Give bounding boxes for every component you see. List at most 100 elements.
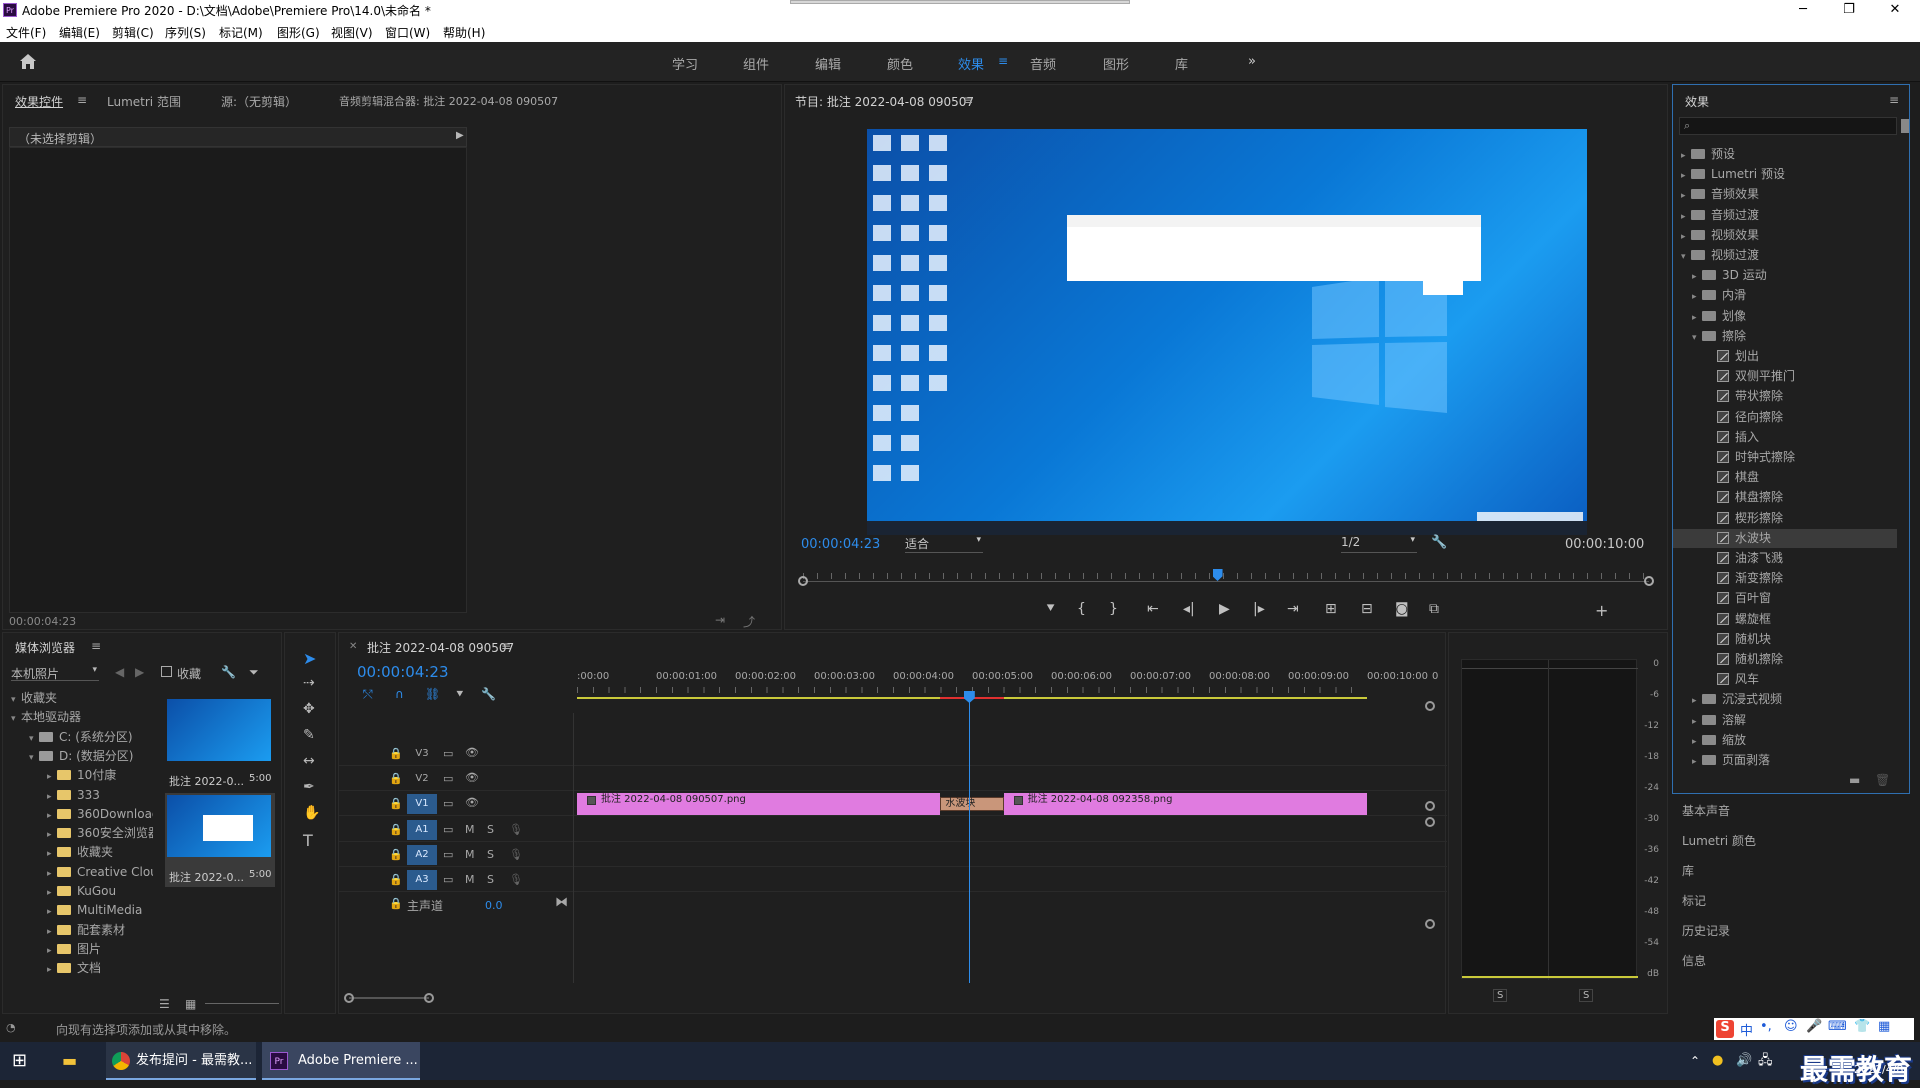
effect-item[interactable]: 百叶窗 bbox=[1673, 589, 1897, 608]
effect-folder[interactable]: ▸ 3D 运动 bbox=[1673, 266, 1897, 285]
master-volume-value[interactable]: 0.0 bbox=[485, 899, 503, 912]
play-icon[interactable]: ▶ bbox=[1219, 601, 1230, 617]
side-panel-tab[interactable]: 历史记录 bbox=[1682, 922, 1730, 939]
icon-view-icon[interactable]: ▦ bbox=[185, 997, 196, 1011]
effect-item[interactable]: 插入 bbox=[1673, 428, 1897, 447]
chevron-icon[interactable]: ▸ bbox=[47, 923, 57, 941]
ripple-edit-tool-icon[interactable]: ✥ bbox=[303, 701, 315, 717]
chevron-icon[interactable]: ▸ bbox=[47, 884, 57, 902]
chevron-icon[interactable]: ▸ bbox=[47, 826, 57, 844]
workspace-learn[interactable]: 学习 bbox=[672, 54, 698, 73]
side-panel-tab[interactable]: Lumetri 颜色 bbox=[1682, 832, 1756, 849]
chevron-icon[interactable]: ▾ bbox=[11, 710, 21, 728]
media-tree-item[interactable]: ▸ Creative Cloud bbox=[47, 863, 153, 883]
side-panel-tab[interactable]: 标记 bbox=[1682, 892, 1706, 909]
video-clip[interactable]: 批注 2022-04-08 092358.png bbox=[1003, 793, 1367, 815]
media-tree-item[interactable]: ▸ 图片 bbox=[47, 940, 101, 960]
step-back-icon[interactable]: ◂| bbox=[1183, 601, 1195, 617]
media-browser-menu-icon[interactable]: ≡ bbox=[91, 639, 101, 653]
effect-item[interactable]: 油漆飞溅 bbox=[1673, 549, 1897, 568]
media-thumb-1[interactable]: 批注 2022-0... 5:00 bbox=[165, 697, 275, 791]
network-icon[interactable]: 🖧 bbox=[1758, 1042, 1773, 1080]
tray-app-icon[interactable]: ● bbox=[1712, 1042, 1723, 1080]
program-playhead[interactable] bbox=[1212, 569, 1223, 581]
chevron-right-icon[interactable]: ▸ bbox=[1692, 692, 1702, 710]
track-sync-lock-icon[interactable]: ▭ bbox=[443, 848, 453, 861]
track-sync-lock-icon[interactable]: ▭ bbox=[443, 823, 453, 836]
new-bin-icon[interactable]: ▬ bbox=[1849, 773, 1860, 787]
menu-marker[interactable]: 标记(M) bbox=[219, 24, 263, 41]
solo-right-button[interactable]: S bbox=[1579, 989, 1594, 1002]
track-target-a1[interactable]: A1 bbox=[407, 820, 437, 840]
close-button[interactable]: ✕ bbox=[1872, 0, 1918, 20]
media-tree-item[interactable]: ▸ KuGou bbox=[47, 882, 116, 902]
expand-arrow-icon[interactable]: ▶ bbox=[456, 130, 464, 141]
program-timecode[interactable]: 00:00:04:23 bbox=[801, 537, 880, 552]
program-title[interactable]: 节目: 批注 2022-04-08 090507 bbox=[795, 93, 974, 110]
workspace-editing[interactable]: 编辑 bbox=[815, 54, 841, 73]
track-sync-lock-icon[interactable]: ▭ bbox=[443, 772, 453, 785]
side-panel-tab[interactable]: 库 bbox=[1682, 862, 1694, 879]
track-lock-icon[interactable]: 🔒 bbox=[389, 873, 403, 886]
track-visibility-eye-icon[interactable]: 👁 bbox=[465, 746, 479, 759]
chevron-down-icon[interactable]: ▾ bbox=[1692, 329, 1702, 347]
scroll-handle-right[interactable] bbox=[424, 993, 434, 1003]
video-clip[interactable]: 批注 2022-04-08 090507.png bbox=[577, 793, 941, 815]
track-target-a2[interactable]: A2 bbox=[407, 845, 437, 865]
media-tree-item[interactable]: ▸ MultiMedia bbox=[47, 901, 142, 921]
side-panel-tab[interactable]: 基本声音 bbox=[1682, 802, 1730, 819]
track-height-handle[interactable] bbox=[1425, 701, 1435, 711]
effects-search-input[interactable]: ⌕ bbox=[1679, 117, 1897, 135]
nest-sequence-icon[interactable]: ⤲ bbox=[363, 687, 373, 702]
solo-track-icon[interactable]: S bbox=[487, 848, 494, 861]
media-tree-item[interactable]: ▾ C: (系统分区) bbox=[29, 728, 133, 748]
effect-folder[interactable]: ▸ 缩放 bbox=[1673, 731, 1897, 750]
track-target-v1[interactable]: V1 bbox=[407, 794, 437, 814]
effect-folder[interactable]: ▸ 页面剥落 bbox=[1673, 751, 1897, 770]
delete-icon[interactable]: 🗑 bbox=[1875, 773, 1890, 787]
menu-window[interactable]: 窗口(W) bbox=[385, 24, 430, 41]
lift-icon[interactable]: ⊞ bbox=[1325, 601, 1337, 617]
track-height-handle[interactable] bbox=[1425, 801, 1435, 811]
program-menu-icon[interactable]: ≡ bbox=[963, 93, 973, 107]
settings-wrench-icon[interactable]: 🔧 bbox=[1431, 535, 1447, 550]
effect-folder[interactable]: ▸ 溶解 bbox=[1673, 711, 1897, 730]
track-sync-lock-icon[interactable]: ▭ bbox=[443, 747, 453, 760]
mute-track-icon[interactable]: M bbox=[465, 823, 475, 836]
effect-item[interactable]: 棋盘擦除 bbox=[1673, 488, 1897, 507]
effect-item[interactable]: 水波块 bbox=[1673, 528, 1897, 548]
chevron-right-icon[interactable]: ▸ bbox=[1692, 753, 1702, 771]
workspace-effects[interactable]: 效果 bbox=[958, 54, 984, 73]
maximize-button[interactable]: ❐ bbox=[1826, 0, 1872, 20]
program-scrub-bar[interactable] bbox=[798, 569, 1654, 589]
wrench-icon[interactable]: 🔧 bbox=[221, 665, 236, 679]
timeline-title[interactable]: 批注 2022-04-08 090507 bbox=[367, 639, 514, 656]
track-target-a3[interactable]: A3 bbox=[407, 870, 437, 890]
track-sync-lock-icon[interactable]: ▭ bbox=[443, 873, 453, 886]
track-lock-icon[interactable]: 🔒 bbox=[389, 797, 403, 810]
effect-folder[interactable]: ▾ 擦除 bbox=[1673, 327, 1897, 346]
media-tree-item[interactable]: ▸ 333 bbox=[47, 786, 100, 806]
media-tree-item[interactable]: ▸ 文档 bbox=[47, 959, 101, 979]
linked-selection-icon[interactable]: ⛓ bbox=[425, 687, 440, 701]
scrub-start-handle[interactable] bbox=[798, 576, 808, 586]
timeline-timecode[interactable]: 00:00:04:23 bbox=[357, 663, 449, 681]
chevron-icon[interactable]: ▸ bbox=[47, 788, 57, 806]
media-tree-item[interactable]: ▾ D: (数据分区) bbox=[29, 747, 133, 767]
chevron-icon[interactable]: ▾ bbox=[11, 691, 21, 709]
volume-icon[interactable]: 🔊 bbox=[1736, 1042, 1752, 1080]
track-target-v3[interactable]: V3 bbox=[407, 744, 437, 764]
mark-out-icon[interactable]: } bbox=[1109, 601, 1118, 617]
menu-clip[interactable]: 剪辑(C) bbox=[112, 24, 154, 41]
workspace-assembly[interactable]: 组件 bbox=[743, 54, 769, 73]
workspace-libraries[interactable]: 库 bbox=[1175, 54, 1188, 73]
workspace-audio[interactable]: 音频 bbox=[1030, 54, 1056, 73]
forward-arrow-icon[interactable]: ▶ bbox=[135, 665, 144, 679]
go-to-out-icon[interactable]: ⇥ bbox=[1287, 601, 1299, 617]
effect-folder[interactable]: ▾ 视频过渡 bbox=[1673, 246, 1897, 265]
chevron-icon[interactable]: ▸ bbox=[47, 942, 57, 960]
effect-item[interactable]: 螺旋框 bbox=[1673, 610, 1897, 629]
effect-folder[interactable]: ▸ Lumetri 预设 bbox=[1673, 165, 1897, 184]
add-marker-icon[interactable]: ⯆ bbox=[1045, 601, 1056, 617]
side-panel-tab[interactable]: 信息 bbox=[1682, 952, 1706, 969]
